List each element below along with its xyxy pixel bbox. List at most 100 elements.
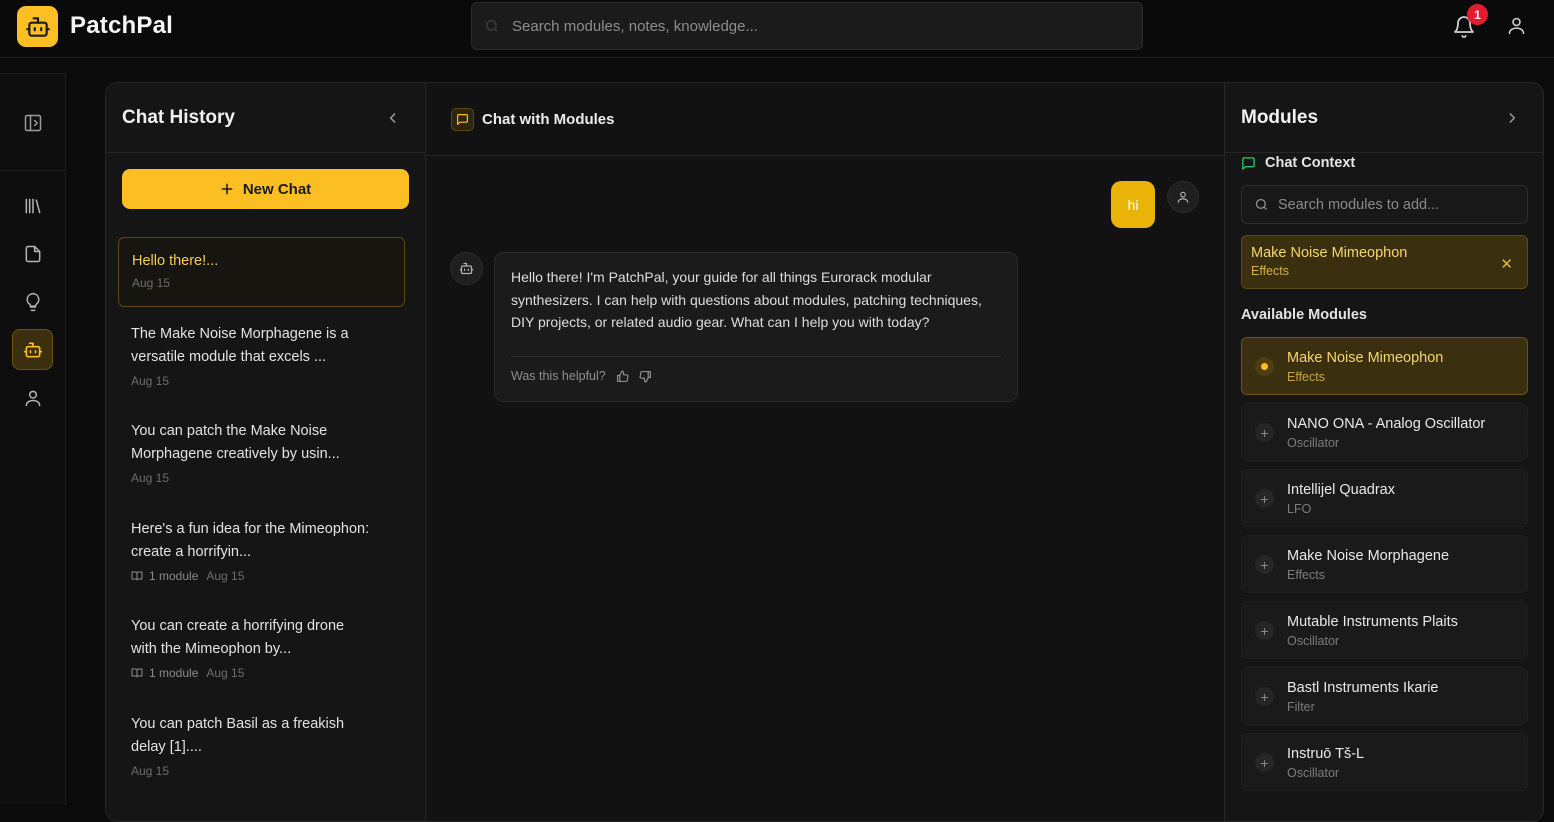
sidebar-item-profile[interactable] (12, 377, 53, 418)
main-panel: Chat History New Chat Hello there!... Au… (105, 82, 1544, 822)
module-category: Effects (1287, 568, 1325, 582)
message-icon (1242, 156, 1255, 170)
module-item[interactable]: + NANO ONA - Analog Oscillator Oscillato… (1241, 403, 1528, 461)
user-icon (1177, 191, 1189, 203)
sidebar-item-ideas[interactable] (12, 281, 53, 322)
bot-message-text: Hello there! I'm PatchPal, your guide fo… (511, 269, 982, 331)
feedback-row: Was this helpful? (511, 369, 652, 383)
selected-dot-icon (1255, 357, 1274, 376)
history-item-date: Aug 15 (131, 374, 170, 388)
plus-icon[interactable]: + (1255, 555, 1274, 574)
module-count: 1 module (131, 569, 198, 583)
bot-message: Hello there! I'm PatchPal, your guide fo… (494, 252, 1018, 402)
sidebar-item-notes[interactable] (12, 233, 53, 274)
bot-avatar (450, 252, 483, 285)
module-category: Oscillator (1287, 436, 1340, 450)
book-icon (131, 571, 143, 581)
search-input[interactable] (512, 3, 1132, 49)
module-item[interactable]: + Mutable Instruments Plaits Oscillator (1241, 601, 1528, 659)
sidebar-toggle-button[interactable] (12, 102, 53, 143)
module-name: Make Noise Mimeophon (1287, 350, 1444, 366)
plus-icon[interactable]: + (1255, 621, 1274, 640)
book-icon (131, 668, 143, 678)
icon-sidebar (0, 73, 66, 805)
module-search[interactable] (1241, 185, 1528, 224)
history-item-date: Aug 15 (132, 276, 171, 290)
top-bar: PatchPal 1 (0, 0, 1554, 58)
user-icon (25, 390, 40, 406)
context-module-category: Effects (1251, 264, 1289, 278)
remove-icon[interactable]: ✕ (1500, 255, 1513, 273)
document-icon (25, 245, 40, 262)
robot-icon (459, 262, 474, 275)
history-item-text: You can create a horrifying drone with t… (131, 618, 345, 657)
thumbs-up-icon[interactable] (616, 370, 629, 383)
module-category: Filter (1287, 700, 1315, 714)
module-search-input[interactable] (1278, 186, 1518, 223)
new-chat-button[interactable]: New Chat (122, 169, 409, 209)
history-item-date: Aug 15 (131, 764, 170, 778)
history-item[interactable]: You can patch Basil as a freakish delay … (118, 713, 405, 778)
module-item[interactable]: + Intellijel Quadrax LFO (1241, 469, 1528, 527)
global-search[interactable] (471, 2, 1143, 50)
history-item[interactable]: Hello there!... Aug 15 (118, 237, 405, 307)
app-logo[interactable] (17, 6, 58, 47)
plus-icon (221, 183, 233, 195)
modules-panel: Modules Chat Context Make Noise Mimeopho… (1224, 83, 1543, 821)
thumbs-down-icon[interactable] (639, 370, 652, 383)
search-icon (485, 19, 498, 32)
module-name: NANO ONA - Analog Oscillator (1287, 416, 1486, 432)
history-item[interactable]: You can patch the Make Noise Morphagene … (118, 420, 405, 485)
user-message: hi (1111, 181, 1155, 228)
divider (511, 356, 1001, 357)
plus-icon[interactable]: + (1255, 687, 1274, 706)
chevron-left-icon[interactable] (386, 111, 400, 125)
history-item-date: Aug 15 (206, 666, 245, 680)
module-item[interactable]: Make Noise Mimeophon Effects (1241, 337, 1528, 395)
module-item[interactable]: + Instruō Tš-L Oscillator (1241, 733, 1528, 791)
sidebar-divider (0, 170, 66, 171)
robot-icon (23, 342, 42, 357)
divider (106, 152, 426, 153)
module-category: Oscillator (1287, 634, 1340, 648)
robot-icon (25, 16, 50, 37)
history-item-text: You can patch Basil as a freakish delay … (131, 716, 345, 755)
module-name: Instruō Tš-L (1287, 746, 1365, 762)
plus-icon[interactable]: + (1255, 489, 1274, 508)
modules-title: Modules (1241, 107, 1319, 128)
sidebar-toggle-icon (24, 114, 41, 131)
user-avatar (1167, 181, 1199, 213)
module-name: Intellijel Quadrax (1287, 482, 1395, 498)
chat-history-panel: Chat History New Chat Hello there!... Au… (106, 83, 426, 821)
history-item[interactable]: You can create a horrifying drone with t… (118, 615, 405, 680)
history-item-date: Aug 15 (206, 569, 245, 583)
module-item[interactable]: + Make Noise Morphagene Effects (1241, 535, 1528, 593)
plus-icon[interactable]: + (1255, 423, 1274, 442)
app-name: PatchPal (70, 12, 173, 39)
history-item[interactable]: Here's a fun idea for the Mimeophon: cre… (118, 518, 405, 583)
plus-icon[interactable]: + (1255, 753, 1274, 772)
module-category: Effects (1287, 370, 1325, 384)
chat-title: Chat with Modules (482, 111, 615, 128)
user-icon[interactable] (1506, 15, 1527, 36)
module-name: Make Noise Morphagene (1287, 548, 1450, 564)
lightbulb-icon (25, 292, 40, 311)
context-module-name: Make Noise Mimeophon (1251, 245, 1408, 261)
chat-history-title: Chat History (122, 107, 235, 128)
history-item-text: You can patch the Make Noise Morphagene … (131, 423, 340, 462)
history-item-date: Aug 15 (131, 471, 170, 485)
history-item-text: The Make Noise Morphagene is a versatile… (131, 326, 349, 365)
sidebar-item-chat[interactable] (12, 329, 53, 370)
history-item-text: Hello there!... (132, 253, 219, 269)
history-item[interactable]: The Make Noise Morphagene is a versatile… (118, 323, 405, 388)
search-icon (1255, 198, 1267, 210)
available-modules-label: Available Modules (1241, 307, 1367, 323)
feedback-prompt: Was this helpful? (511, 369, 606, 383)
history-item-text: Here's a fun idea for the Mimeophon: cre… (131, 521, 370, 560)
chat-panel: Chat with Modules hi Hello there! I'm Pa… (426, 83, 1224, 821)
module-category: Oscillator (1287, 766, 1340, 780)
library-icon (25, 198, 40, 213)
module-item[interactable]: + Bastl Instruments Ikarie Filter (1241, 667, 1528, 725)
sidebar-item-library[interactable] (12, 185, 53, 226)
chevron-right-icon[interactable] (1505, 111, 1519, 125)
